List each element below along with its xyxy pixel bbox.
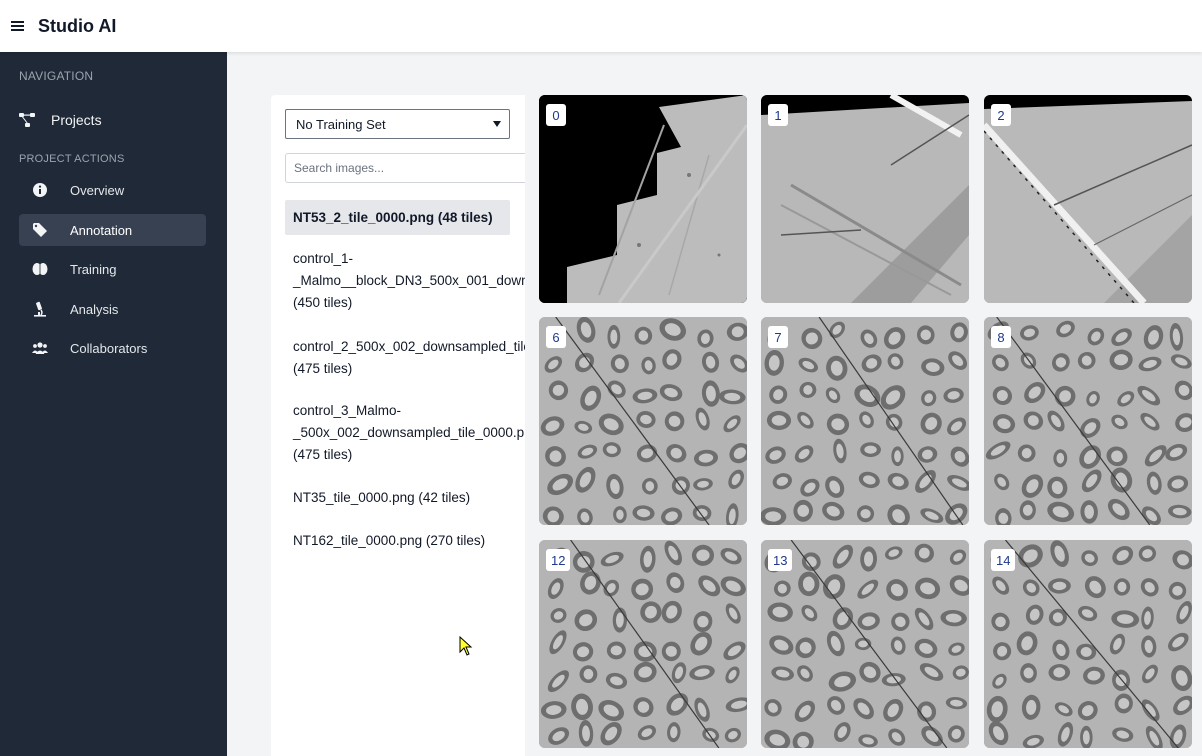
tile-thumbnail: [761, 317, 969, 525]
app-title: Studio AI: [38, 15, 117, 36]
microscope-icon: [32, 301, 48, 317]
search-images-input[interactable]: [285, 153, 525, 183]
brain-icon: [32, 261, 48, 277]
chevron-down-icon: [493, 121, 501, 127]
image-list-item[interactable]: NT162_tile_0000.png (270 tiles): [285, 530, 525, 552]
image-list-item[interactable]: control_2_500x_002_downsampled_tile_0000…: [285, 336, 525, 380]
image-tile[interactable]: 14: [984, 540, 1192, 748]
tile-thumbnail: [539, 317, 747, 525]
sidebar: NAVIGATION Projects PROJECT ACTIONS Over…: [0, 52, 227, 756]
image-list-item-line: NT162_tile_0000.png (270 tiles): [293, 533, 486, 548]
sidebar-item-label: Analysis: [70, 301, 119, 317]
tile-thumbnail: [984, 540, 1192, 748]
sidebar-item-label: Collaborators: [70, 340, 148, 356]
tile-thumbnail: [761, 95, 969, 303]
tag-icon: [32, 222, 48, 238]
tile-thumbnail: [539, 95, 747, 303]
sidebar-item-label: Overview: [70, 182, 125, 198]
image-tile[interactable]: 7: [761, 317, 969, 525]
tile-index-badge: 1: [768, 104, 788, 126]
sidebar-item-annotation[interactable]: Annotation: [19, 214, 206, 246]
tile-thumbnail: [761, 540, 969, 748]
tile-thumbnail: [539, 540, 747, 748]
tile-index-badge: 14: [991, 549, 1016, 571]
training-set-select[interactable]: No Training Set: [285, 109, 510, 139]
image-list-item-label: NT53_2_tile_0000.png (48 tiles): [293, 209, 493, 225]
users-icon: [32, 340, 48, 356]
sidebar-item-collaborators[interactable]: Collaborators: [19, 332, 206, 364]
image-list-item-line: _500x_002_downsampled_tile_0000.png: [293, 425, 525, 440]
image-list-item-line: (475 tiles): [293, 361, 353, 376]
mouse-cursor-icon: [459, 636, 473, 656]
tile-index-badge: 13: [768, 549, 793, 571]
project-actions-heading: PROJECT ACTIONS: [19, 153, 125, 165]
image-tile[interactable]: 6: [539, 317, 747, 525]
navigation-heading: NAVIGATION: [19, 69, 94, 83]
image-list-panel: No Training Set NT53_2_tile_0000.png (48…: [271, 95, 525, 756]
tile-thumbnail: [984, 317, 1192, 525]
image-list-item-line: NT35_tile_0000.png (42 tiles): [293, 490, 471, 505]
image-list-item-line: _Malmo__block_DN3_500x_001_downsampled_t…: [293, 273, 525, 288]
sidebar-item-training[interactable]: Training: [19, 253, 206, 285]
image-list-item-line: (450 tiles): [293, 295, 353, 310]
tile-index-badge: 8: [991, 326, 1011, 348]
info-icon: [32, 182, 48, 198]
tile-index-badge: 7: [768, 326, 788, 348]
image-tile[interactable]: 0: [539, 95, 747, 303]
image-list-item[interactable]: control_1- _Malmo__block_DN3_500x_001_do…: [285, 248, 525, 314]
image-list-item-line: control_2_500x_002_downsampled_tile_0000…: [293, 339, 525, 354]
image-tile[interactable]: 13: [761, 540, 969, 748]
image-list-item-line: control_1-: [293, 251, 354, 266]
sidebar-item-label: Projects: [51, 112, 102, 128]
project-diagram-icon: [19, 112, 35, 128]
image-list-item[interactable]: control_3_Malmo- _500x_002_downsampled_t…: [285, 400, 525, 466]
sidebar-item-overview[interactable]: Overview: [19, 174, 206, 206]
image-tile[interactable]: 12: [539, 540, 747, 748]
sidebar-item-label: Annotation: [70, 222, 133, 238]
image-tile[interactable]: 1: [761, 95, 969, 303]
sidebar-item-analysis[interactable]: Analysis: [19, 293, 206, 325]
image-tile[interactable]: 2: [984, 95, 1192, 303]
training-set-select-value: No Training Set: [296, 116, 386, 132]
image-list-item-line: control_3_Malmo-: [293, 403, 402, 418]
top-bar: Studio AI: [0, 0, 1202, 52]
sidebar-item-projects[interactable]: Projects: [19, 108, 102, 132]
sidebar-item-label: Training: [70, 261, 117, 277]
image-list-item-line: (475 tiles): [293, 447, 353, 462]
tile-index-badge: 12: [546, 549, 571, 571]
image-tile[interactable]: 8: [984, 317, 1192, 525]
tile-index-badge: 0: [546, 104, 566, 126]
tile-index-badge: 2: [991, 104, 1011, 126]
image-list-item[interactable]: NT35_tile_0000.png (42 tiles): [285, 487, 525, 509]
image-list-item[interactable]: NT53_2_tile_0000.png (48 tiles): [285, 200, 510, 235]
tile-thumbnail: [984, 95, 1192, 303]
tile-index-badge: 6: [546, 326, 566, 348]
menu-icon[interactable]: [11, 20, 25, 32]
